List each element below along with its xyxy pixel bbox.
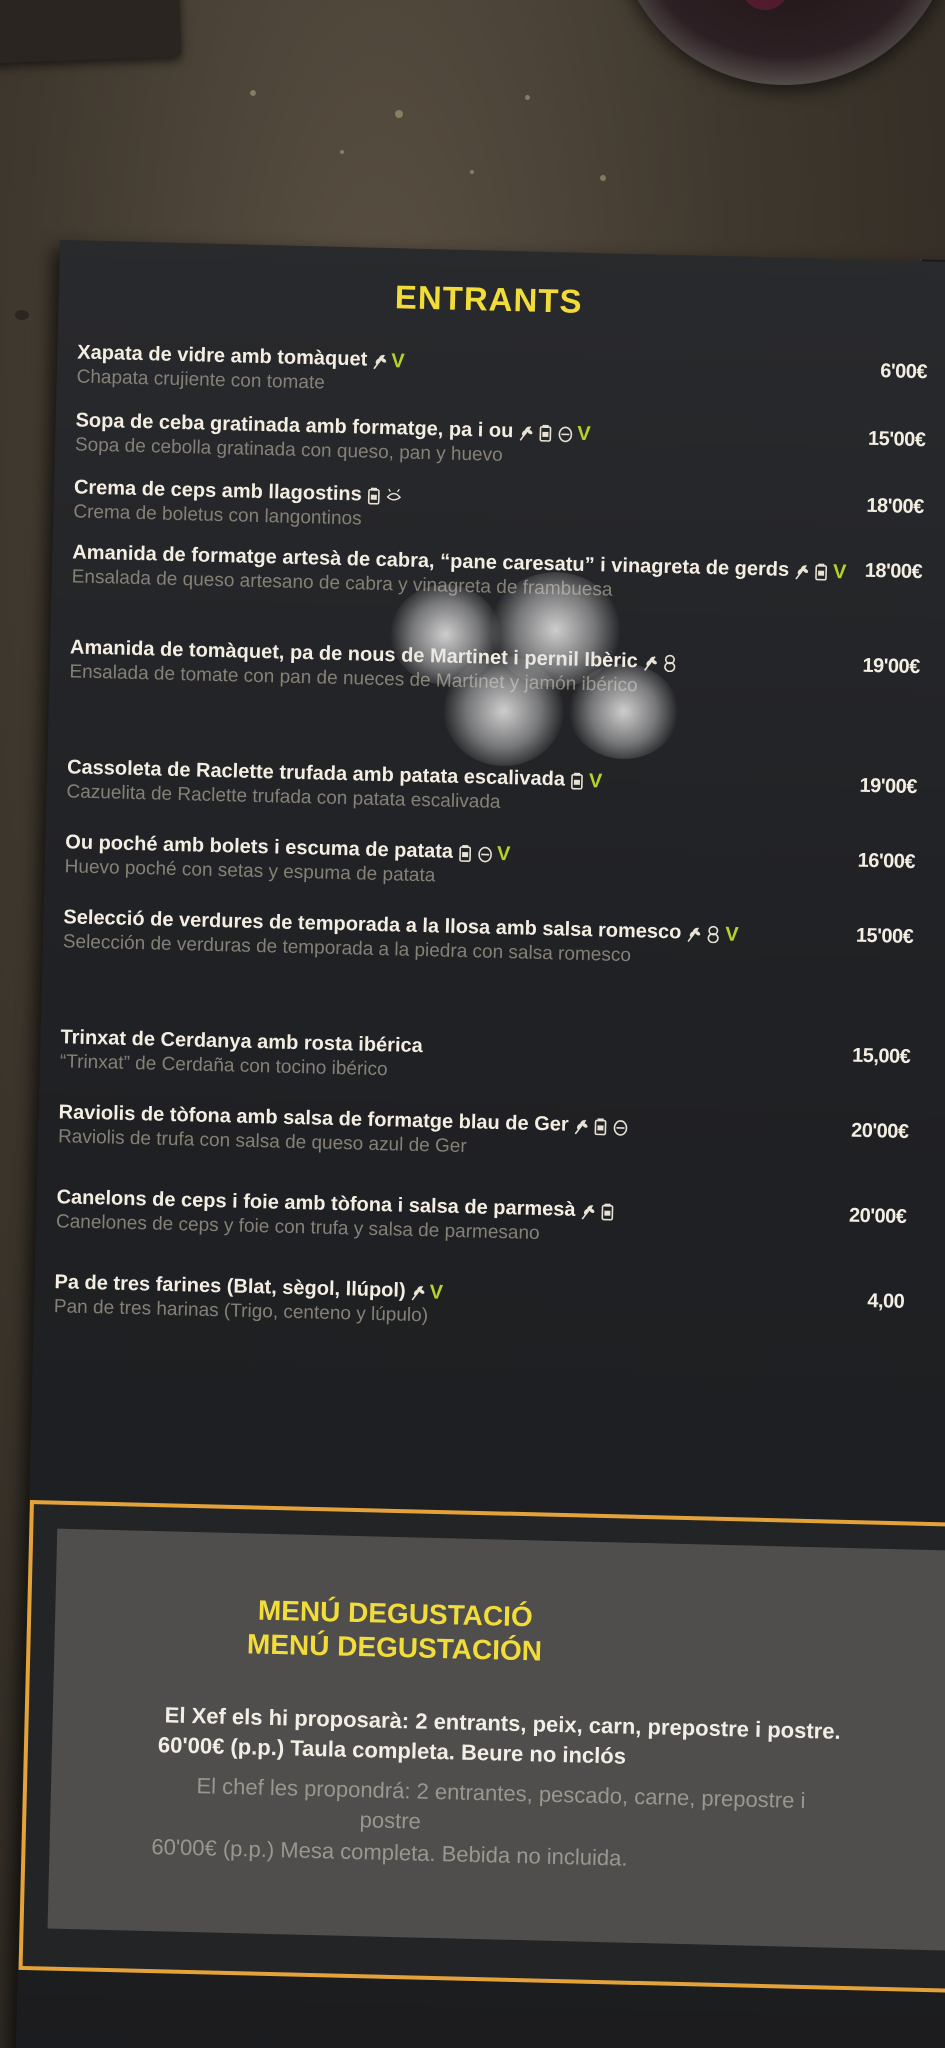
section-title: ENTRANTS (394, 278, 583, 320)
allergen-icons: V (569, 769, 603, 793)
vegan-icon: V (725, 923, 739, 946)
wheat-icon (517, 423, 533, 441)
menu-item: Pa de tres farines (Blat, sègol, llúpol)… (54, 1270, 905, 1338)
milk-icon (599, 1202, 615, 1221)
milk-icon (592, 1117, 608, 1136)
allergen-icons: V (457, 842, 511, 865)
allergen-icons (579, 1202, 615, 1221)
wheat-icon (572, 1117, 588, 1135)
menu-item: Canelons de ceps i foie amb tòfona i sal… (56, 1185, 907, 1253)
allergen-icons: V (685, 923, 739, 946)
wheat-icon (371, 351, 387, 369)
vegan-icon: V (429, 1281, 444, 1304)
dish-price: 18'00€ (866, 494, 924, 519)
egg-icon (612, 1117, 628, 1136)
nuts-icon (662, 654, 678, 672)
tasting-menu-panel: MENÚ DEGUSTACIÓ MENÚ DEGUSTACIÓN El Xef … (47, 1528, 945, 1952)
vegan-icon: V (577, 422, 591, 445)
menu-item: Crema de ceps amb llagostins Crema de bol… (73, 475, 924, 543)
menu-item: Ou poché amb bolets i escuma de patata V H… (64, 830, 915, 898)
vegan-icon: V (390, 349, 405, 373)
dish-price: 19'00€ (859, 774, 918, 799)
dish-price: 6'00€ (880, 360, 928, 384)
wheat-icon (579, 1202, 595, 1220)
table-object (0, 0, 182, 64)
milk-icon (569, 771, 585, 790)
dish-price: 15'00€ (855, 924, 914, 949)
allergen-icons: V (371, 349, 405, 373)
menu-item: Xapata de vidre amb tomàquet V Chapata cru… (76, 340, 927, 408)
dish-price: 20'00€ (850, 1119, 909, 1143)
dish-price: 15,00€ (851, 1044, 911, 1069)
milk-icon (457, 844, 473, 862)
vegan-icon: V (588, 769, 603, 793)
allergen-icons: V (409, 1281, 444, 1304)
photo-scene: ENTRANTS Xapata de vidre amb tomàquet V Ch… (0, 0, 945, 2048)
dish-price: 4,00 (867, 1290, 905, 1313)
dish-price: 16'00€ (857, 849, 916, 874)
crustacean-icon (386, 487, 402, 505)
menu-item: Cassoleta de Raclette trufada amb patata… (66, 755, 917, 823)
tasting-menu-box: MENÚ DEGUSTACIÓ MENÚ DEGUSTACIÓN El Xef … (18, 1500, 945, 1994)
egg-icon (477, 844, 493, 863)
dish-price: 20'00€ (848, 1204, 907, 1228)
vegan-icon: V (496, 842, 511, 865)
milk-icon (537, 423, 553, 442)
menu-item: Raviolis de tòfona amb salsa de formatge… (58, 1100, 909, 1168)
allergen-icons (572, 1117, 628, 1136)
wheat-icon (409, 1283, 425, 1301)
dish-price: 18'00€ (864, 559, 923, 584)
allergen-icons: V (517, 422, 591, 445)
wine-glass (615, 0, 945, 85)
menu-item: Trinxat de Cerdanya amb rosta ibérica “Tr… (60, 1025, 911, 1093)
dish-price: 19'00€ (862, 654, 921, 679)
menu-item: Selecció de verdures de temporada a la l… (63, 905, 914, 973)
milk-icon (366, 486, 382, 505)
nuts-icon (705, 925, 721, 944)
egg-icon (557, 424, 573, 442)
allergen-icons (366, 486, 402, 505)
menu-items: Xapata de vidre amb tomàquet V Chapata cru… (54, 240, 945, 1326)
dish-price: 15'00€ (867, 427, 926, 452)
menu-item: Sopa de ceba gratinada amb formatge, pa … (75, 408, 926, 476)
wheat-icon (685, 924, 701, 942)
